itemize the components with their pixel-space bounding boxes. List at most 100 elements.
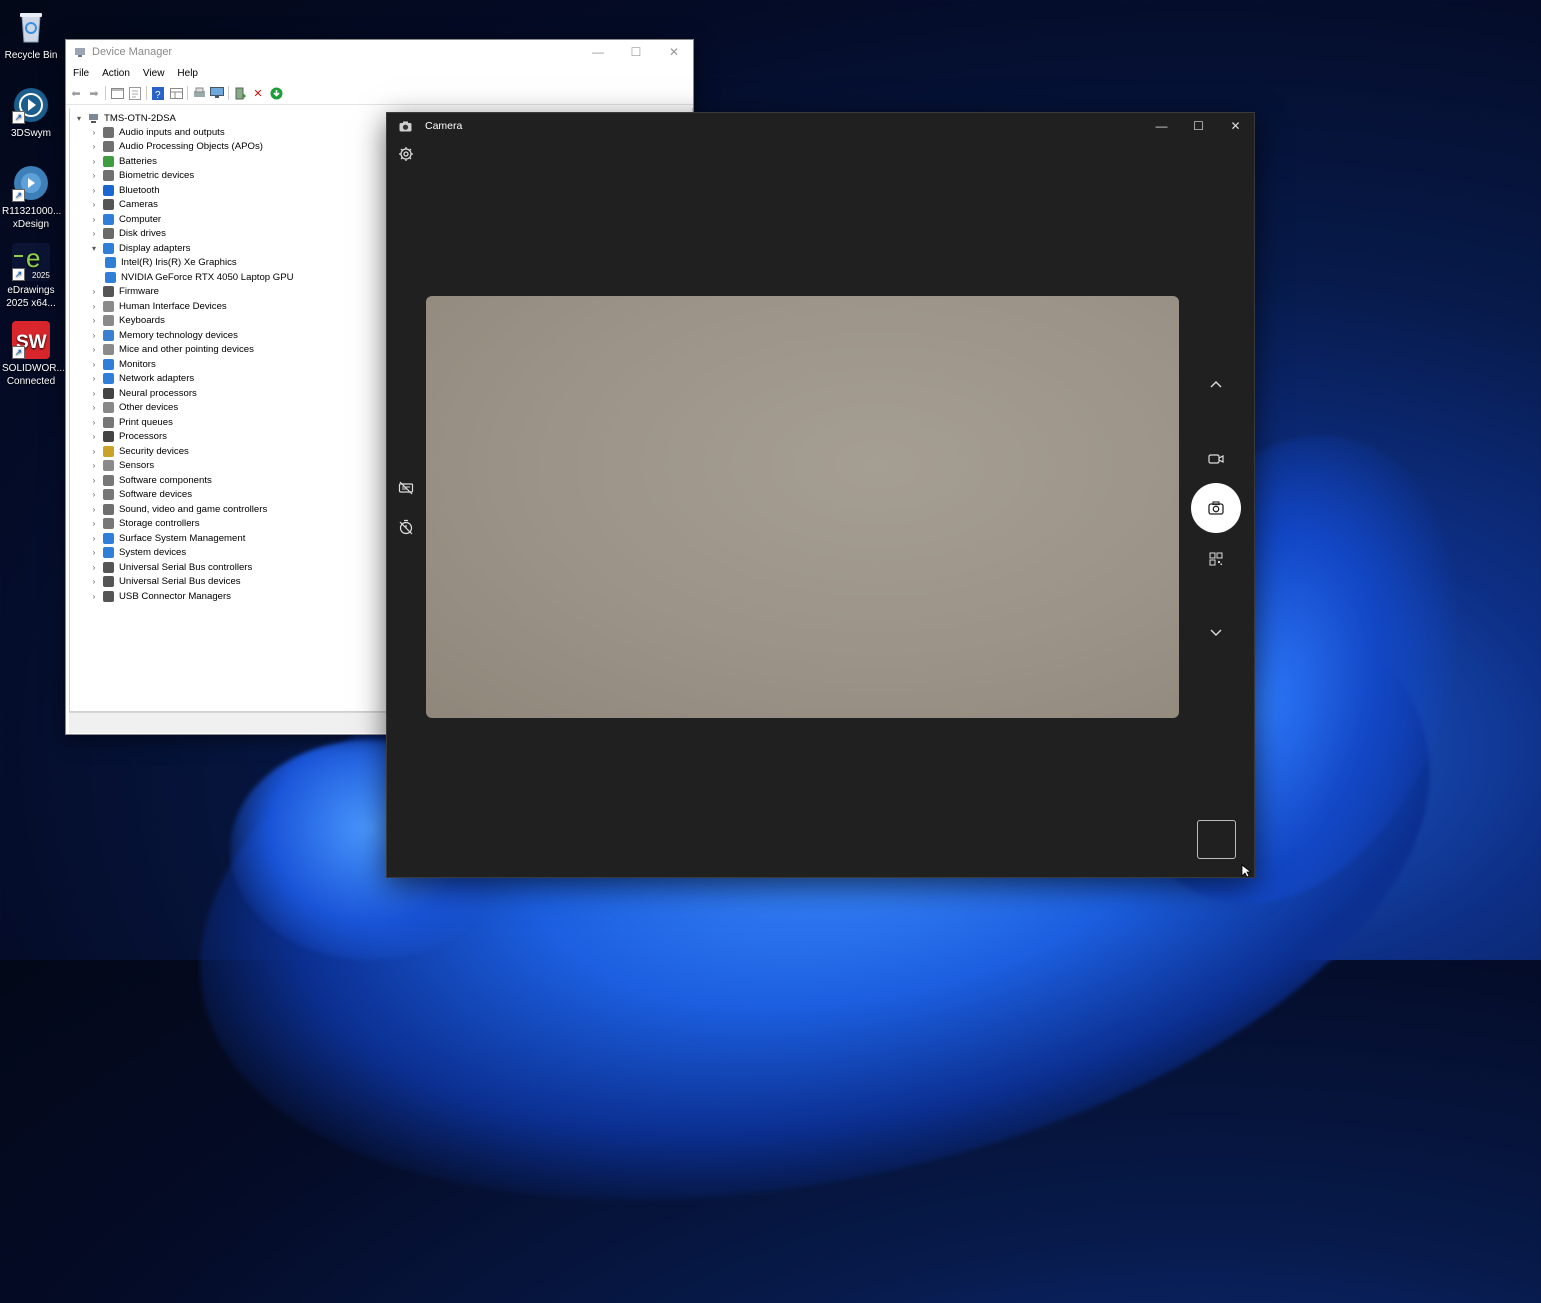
expand-chevron-icon[interactable]: › xyxy=(89,200,99,209)
tree-category[interactable]: › Neural processors xyxy=(89,386,197,400)
expand-chevron-icon[interactable]: › xyxy=(89,215,99,224)
expand-chevron-icon[interactable]: › xyxy=(89,389,99,398)
timer-off-icon[interactable] xyxy=(398,519,414,535)
tree-category[interactable]: › Universal Serial Bus devices xyxy=(89,575,241,589)
expand-chevron-icon[interactable]: › xyxy=(89,461,99,470)
tree-category[interactable]: › USB Connector Managers xyxy=(89,589,231,603)
expand-chevron-icon[interactable]: › xyxy=(89,345,99,354)
camera-window[interactable]: Camera — ☐ ✕ xyxy=(386,112,1255,878)
tree-category[interactable]: › Print queues xyxy=(89,415,173,429)
tree-category[interactable]: › Security devices xyxy=(89,444,189,458)
settings-gear-icon[interactable] xyxy=(398,146,414,162)
expand-chevron-icon[interactable]: › xyxy=(89,563,99,572)
tree-category[interactable]: › Network adapters xyxy=(89,372,194,386)
properties-icon[interactable] xyxy=(128,86,142,100)
tree-category[interactable]: › Computer xyxy=(89,212,161,226)
expand-chevron-icon[interactable]: › xyxy=(89,592,99,601)
tree-category[interactable]: › Universal Serial Bus controllers xyxy=(89,560,252,574)
tree-category[interactable]: › Mice and other pointing devices xyxy=(89,343,254,357)
expand-chevron-icon[interactable]: › xyxy=(89,505,99,514)
tree-category[interactable]: › Sound, video and game controllers xyxy=(89,502,267,516)
tree-category[interactable]: ▾ Display adapters xyxy=(89,241,190,255)
hdr-off-icon[interactable] xyxy=(398,480,414,496)
expand-chevron-icon[interactable]: › xyxy=(89,519,99,528)
tree-category[interactable]: › Disk drives xyxy=(89,227,166,241)
expand-chevron-icon[interactable]: › xyxy=(89,374,99,383)
desktop-icon-xdesign[interactable]: ↗ R11321000... xDesign xyxy=(2,164,61,231)
print-icon[interactable] xyxy=(192,86,206,100)
menu-help[interactable]: Help xyxy=(177,68,198,79)
close-button[interactable]: ✕ xyxy=(655,40,693,64)
scroll-up-chevron-icon[interactable] xyxy=(1205,374,1227,396)
minimize-button[interactable]: — xyxy=(1143,113,1180,139)
tree-category[interactable]: › System devices xyxy=(89,546,186,560)
expand-chevron-icon[interactable]: › xyxy=(89,432,99,441)
enable-device-icon[interactable] xyxy=(269,86,283,100)
tree-category[interactable]: › Processors xyxy=(89,430,167,444)
tree-category[interactable]: › Audio inputs and outputs xyxy=(89,125,225,139)
forward-arrow-icon[interactable]: ➡ xyxy=(87,86,101,100)
camera-titlebar[interactable]: Camera — ☐ ✕ xyxy=(387,113,1254,139)
tree-category[interactable]: › Batteries xyxy=(89,154,157,168)
collapse-chevron-icon[interactable]: ▾ xyxy=(89,244,99,253)
maximize-button[interactable]: ☐ xyxy=(617,40,655,64)
device-manager-titlebar[interactable]: Device Manager — ☐ ✕ xyxy=(66,40,693,64)
tree-category[interactable]: › Sensors xyxy=(89,459,154,473)
menu-action[interactable]: Action xyxy=(102,68,130,79)
menu-file[interactable]: File xyxy=(73,68,89,79)
expand-chevron-icon[interactable]: › xyxy=(89,403,99,412)
collapse-chevron-icon[interactable]: ▾ xyxy=(74,114,84,123)
tree-category[interactable]: › Firmware xyxy=(89,285,159,299)
expand-chevron-icon[interactable]: › xyxy=(89,186,99,195)
minimize-button[interactable]: — xyxy=(579,40,617,64)
close-button[interactable]: ✕ xyxy=(1217,113,1254,139)
expand-chevron-icon[interactable]: › xyxy=(89,316,99,325)
view-icon[interactable] xyxy=(169,86,183,100)
desktop-icon-solidworks[interactable]: SW ↗ SOLIDWOR... Connected xyxy=(2,321,65,388)
expand-chevron-icon[interactable]: › xyxy=(89,577,99,586)
expand-chevron-icon[interactable]: › xyxy=(89,447,99,456)
expand-chevron-icon[interactable]: › xyxy=(89,331,99,340)
expand-chevron-icon[interactable]: › xyxy=(89,490,99,499)
expand-chevron-icon[interactable]: › xyxy=(89,142,99,151)
expand-chevron-icon[interactable]: › xyxy=(89,157,99,166)
expand-chevron-icon[interactable]: › xyxy=(89,171,99,180)
desktop-icon-edrawings[interactable]: e 2025 ↗ eDrawings 2025 x64... xyxy=(2,243,60,310)
back-arrow-icon[interactable]: ⬅ xyxy=(69,86,83,100)
scan-hardware-icon[interactable] xyxy=(210,86,224,100)
tree-category[interactable]: › Bluetooth xyxy=(89,183,160,197)
tree-category[interactable]: › Audio Processing Objects (APOs) xyxy=(89,140,263,154)
tree-category[interactable]: › Keyboards xyxy=(89,314,165,328)
tree-category[interactable]: › Biometric devices xyxy=(89,169,194,183)
expand-chevron-icon[interactable]: › xyxy=(89,418,99,427)
tree-category[interactable]: › Monitors xyxy=(89,357,156,371)
show-hide-tree-icon[interactable] xyxy=(110,86,124,100)
tree-category[interactable]: › Cameras xyxy=(89,198,158,212)
expand-chevron-icon[interactable]: › xyxy=(89,534,99,543)
maximize-button[interactable]: ☐ xyxy=(1180,113,1217,139)
expand-chevron-icon[interactable]: › xyxy=(89,360,99,369)
photo-gallery-thumbnail[interactable] xyxy=(1197,820,1236,859)
tree-category[interactable]: › Storage controllers xyxy=(89,517,200,531)
help-icon[interactable]: ? xyxy=(151,86,165,100)
tree-root[interactable]: ▾ TMS-OTN-2DSA xyxy=(74,111,176,125)
tree-category[interactable]: › Software components xyxy=(89,473,212,487)
scroll-down-chevron-icon[interactable] xyxy=(1205,621,1227,643)
update-driver-icon[interactable] xyxy=(233,86,247,100)
video-mode-icon[interactable] xyxy=(1205,448,1227,470)
expand-chevron-icon[interactable]: › xyxy=(89,229,99,238)
tree-child-item[interactable]: Intel(R) Iris(R) Xe Graphics xyxy=(105,256,237,270)
desktop-icon-recycle-bin[interactable]: Recycle Bin xyxy=(2,8,60,62)
expand-chevron-icon[interactable]: › xyxy=(89,128,99,137)
expand-chevron-icon[interactable]: › xyxy=(89,302,99,311)
take-photo-button[interactable] xyxy=(1191,483,1241,533)
qr-code-scan-icon[interactable] xyxy=(1205,548,1227,570)
tree-child-item[interactable]: NVIDIA GeForce RTX 4050 Laptop GPU xyxy=(105,270,294,284)
expand-chevron-icon[interactable]: › xyxy=(89,476,99,485)
menu-view[interactable]: View xyxy=(143,68,165,79)
expand-chevron-icon[interactable]: › xyxy=(89,287,99,296)
expand-chevron-icon[interactable]: › xyxy=(89,548,99,557)
uninstall-x-icon[interactable]: ✕ xyxy=(251,86,265,100)
tree-category[interactable]: › Surface System Management xyxy=(89,531,245,545)
tree-category[interactable]: › Human Interface Devices xyxy=(89,299,227,313)
